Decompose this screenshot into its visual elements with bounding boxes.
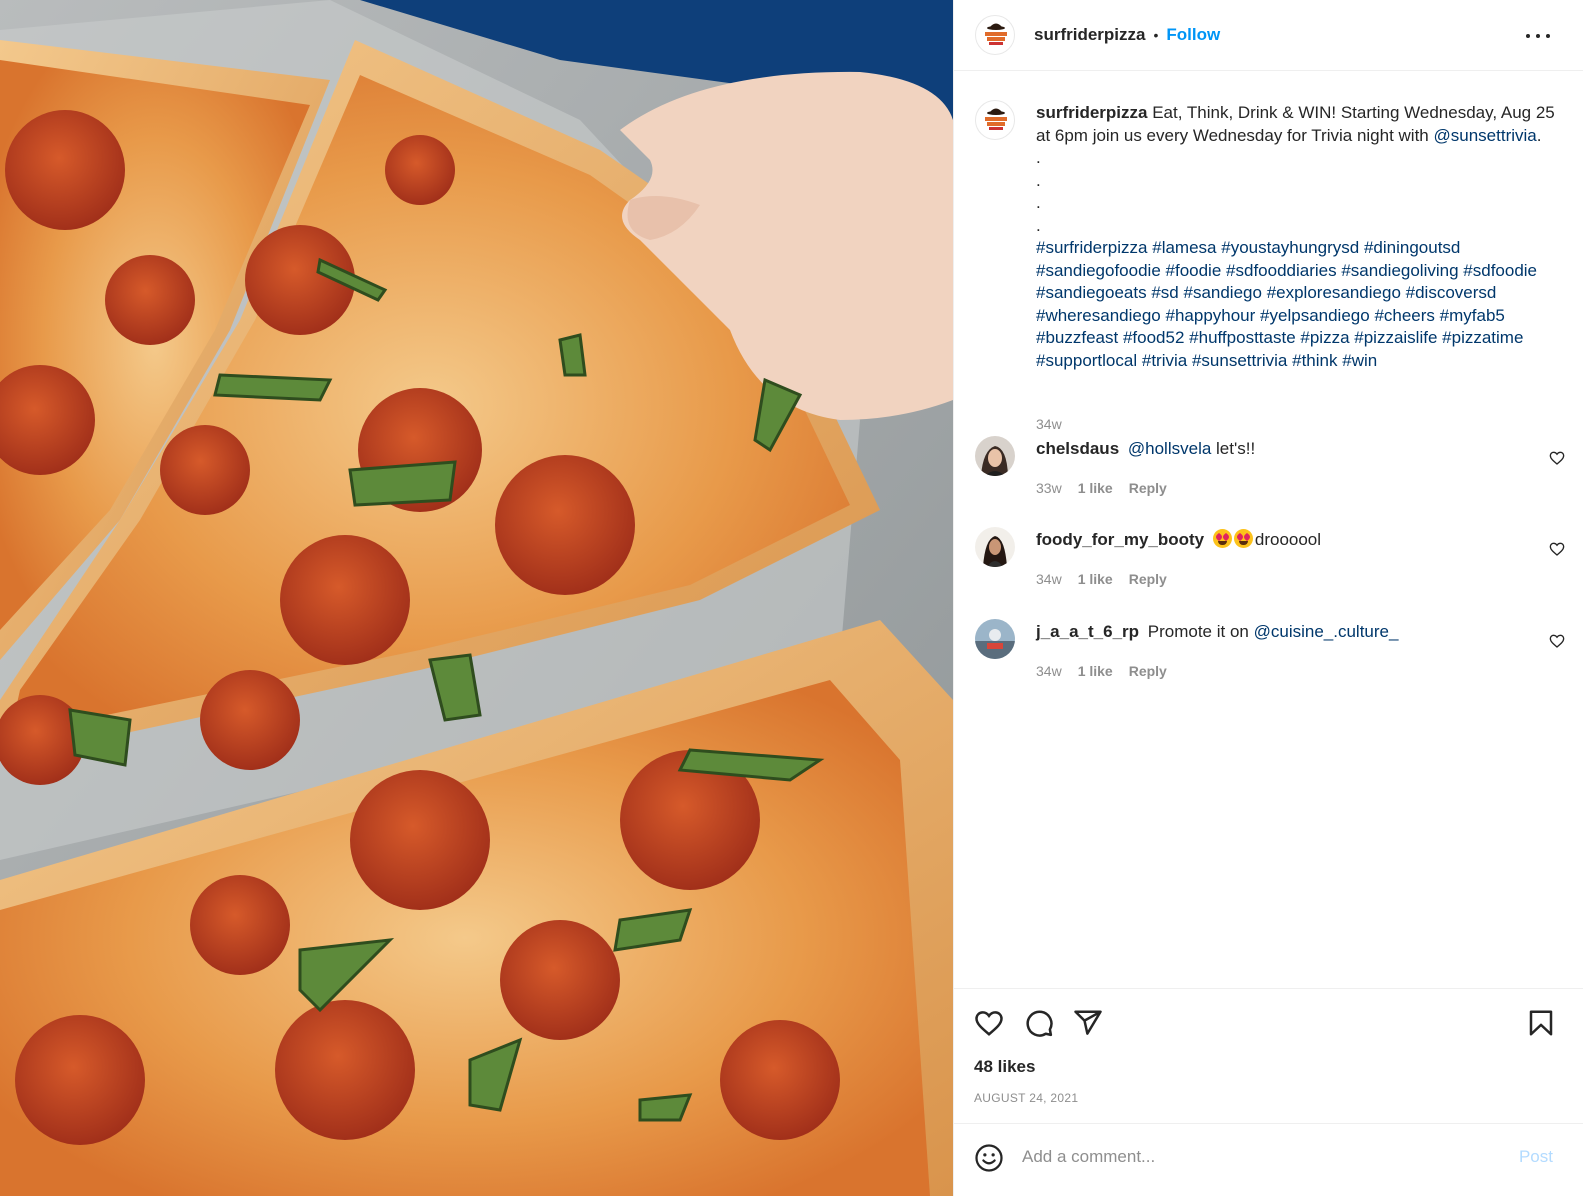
comment-username[interactable]: j_a_a_t_6_rp	[1036, 622, 1139, 641]
commenter-avatar[interactable]	[975, 527, 1015, 567]
hashtag-link[interactable]: #diningoutsd	[1364, 238, 1460, 257]
avatar-photo-icon	[975, 527, 1015, 567]
comment-body: Promote it on	[1147, 622, 1249, 641]
reply-button[interactable]: Reply	[1129, 571, 1167, 587]
post-photo[interactable]	[0, 0, 953, 1196]
hashtag-link[interactable]: #lamesa	[1152, 238, 1216, 257]
more-options-icon[interactable]	[1526, 24, 1550, 48]
comment-text: foody_for_my_booty droooool	[1036, 529, 1321, 551]
follow-button[interactable]: Follow	[1166, 25, 1220, 45]
hashtag-link[interactable]: #sandiego	[1183, 283, 1261, 302]
hashtag-link[interactable]: #sd	[1151, 283, 1178, 302]
hashtag-link[interactable]: #buzzfeast	[1036, 328, 1118, 347]
heart-icon[interactable]	[974, 1008, 1004, 1038]
hashtag-link[interactable]: #food52	[1123, 328, 1184, 347]
caption-username[interactable]: surfriderpizza	[1036, 103, 1147, 122]
comment-meta: 33w 1 like Reply	[1036, 480, 1167, 496]
share-icon[interactable]	[1073, 1008, 1103, 1038]
hashtag-link[interactable]: #pizzaislife	[1354, 328, 1437, 347]
comments-list[interactable]: surfriderpizza Eat, Think, Drink & WIN! …	[954, 72, 1583, 988]
author-avatar[interactable]	[975, 15, 1015, 55]
comment-time[interactable]: 34w	[1036, 571, 1062, 587]
hashtag-link[interactable]: #exploresandiego	[1267, 283, 1401, 302]
hashtag-link[interactable]: #sdfoodie	[1463, 261, 1537, 280]
comment-heart-icon[interactable]	[1549, 450, 1565, 466]
comment-input[interactable]	[1022, 1142, 1482, 1172]
author-username[interactable]: surfriderpizza	[1034, 25, 1145, 45]
commenter-avatar[interactable]	[975, 436, 1015, 476]
comment-likes[interactable]: 1 like	[1078, 571, 1113, 587]
hashtag-link[interactable]: #cheers	[1374, 306, 1434, 325]
hashtag-link[interactable]: #myfab5	[1440, 306, 1505, 325]
hashtag-link[interactable]: #pizza	[1300, 328, 1349, 347]
comment-mention[interactable]: @hollsvela	[1128, 439, 1211, 458]
heart-eyes-emoji-icon	[1233, 529, 1253, 548]
heart-eyes-emoji-icon	[1212, 529, 1232, 548]
post-date[interactable]: AUGUST 24, 2021	[974, 1091, 1078, 1105]
surfrider-logo-icon	[985, 108, 1007, 130]
caption-hashtags: #surfriderpizza #lamesa #youstayhungrysd…	[1036, 237, 1564, 372]
comment-likes[interactable]: 1 like	[1078, 480, 1113, 496]
hashtag-link[interactable]: #wheresandiego	[1036, 306, 1161, 325]
caption-dot: .	[1036, 170, 1041, 190]
comment-heart-icon[interactable]	[1549, 633, 1565, 649]
caption-timestamp[interactable]: 34w	[1036, 416, 1062, 432]
hashtag-link[interactable]: #foodie	[1166, 261, 1222, 280]
bookmark-icon[interactable]	[1526, 1008, 1556, 1038]
caption-text: surfriderpizza Eat, Think, Drink & WIN! …	[1036, 102, 1564, 372]
add-comment-bar: Post	[954, 1123, 1583, 1196]
hashtag-link[interactable]: #trivia	[1142, 351, 1187, 370]
hashtag-link[interactable]: #happyhour	[1166, 306, 1256, 325]
hashtag-link[interactable]: #surfriderpizza	[1036, 238, 1148, 257]
caption-dot: .	[1036, 148, 1041, 167]
comment-heart-icon[interactable]	[1549, 541, 1565, 557]
header-separator: •	[1153, 27, 1159, 43]
pizza-image	[0, 0, 953, 1196]
hashtag-link[interactable]: #discoversd	[1406, 283, 1497, 302]
hashtag-link[interactable]: #think	[1292, 351, 1337, 370]
smiley-icon[interactable]	[974, 1143, 1004, 1173]
comment-text: j_a_a_t_6_rp Promote it on @cuisine_.cul…	[1036, 621, 1398, 643]
comment-body: droooool	[1254, 530, 1322, 549]
hashtag-link[interactable]: #pizzatime	[1442, 328, 1523, 347]
hashtag-link[interactable]: #sandiegofoodie	[1036, 261, 1161, 280]
avatar-photo-icon	[975, 619, 1015, 659]
commenter-avatar[interactable]	[975, 619, 1015, 659]
comment-text: chelsdaus @hollsvela let's!!	[1036, 438, 1255, 460]
hashtag-link[interactable]: #sandiegoliving	[1341, 261, 1458, 280]
surfrider-logo-icon	[985, 23, 1007, 45]
hashtag-link[interactable]: #youstayhungrysd	[1221, 238, 1359, 257]
caption-mention[interactable]: @sunsettrivia	[1434, 126, 1537, 145]
post-actions: 48 likes AUGUST 24, 2021	[954, 988, 1583, 1123]
post-header: surfriderpizza • Follow	[954, 0, 1583, 71]
post-side-panel: surfriderpizza • Follow surfriderpizza E…	[953, 0, 1583, 1196]
hashtag-link[interactable]: #supportlocal	[1036, 351, 1137, 370]
caption-dot: .	[1036, 193, 1041, 212]
comment-meta: 34w 1 like Reply	[1036, 571, 1167, 587]
comment-username[interactable]: foody_for_my_booty	[1036, 530, 1204, 549]
caption-dot: .	[1036, 215, 1041, 235]
caption-avatar[interactable]	[975, 100, 1015, 140]
caption-period: .	[1536, 125, 1542, 145]
hashtag-link[interactable]: #sunsettrivia	[1192, 351, 1287, 370]
comment-time[interactable]: 34w	[1036, 663, 1062, 679]
comment-likes[interactable]: 1 like	[1078, 663, 1113, 679]
hashtag-link[interactable]: #huffposttaste	[1189, 328, 1296, 347]
hashtag-link[interactable]: #sdfooddiaries	[1226, 261, 1337, 280]
comment-username[interactable]: chelsdaus	[1036, 439, 1119, 458]
comment-time[interactable]: 33w	[1036, 480, 1062, 496]
hashtag-link[interactable]: #yelpsandiego	[1260, 306, 1370, 325]
comment-meta: 34w 1 like Reply	[1036, 663, 1167, 679]
likes-count[interactable]: 48 likes	[974, 1057, 1035, 1077]
reply-button[interactable]: Reply	[1129, 480, 1167, 496]
avatar-photo-icon	[975, 436, 1015, 476]
reply-button[interactable]: Reply	[1129, 663, 1167, 679]
comment-icon[interactable]	[1024, 1008, 1054, 1038]
hashtag-link[interactable]: #win	[1342, 351, 1377, 370]
post-comment-button[interactable]: Post	[1519, 1147, 1553, 1167]
comment-body: let's!!	[1216, 439, 1256, 458]
hashtag-link[interactable]: #sandiegoeats	[1036, 283, 1147, 302]
comment-mention[interactable]: @cuisine_.culture_	[1254, 622, 1399, 641]
